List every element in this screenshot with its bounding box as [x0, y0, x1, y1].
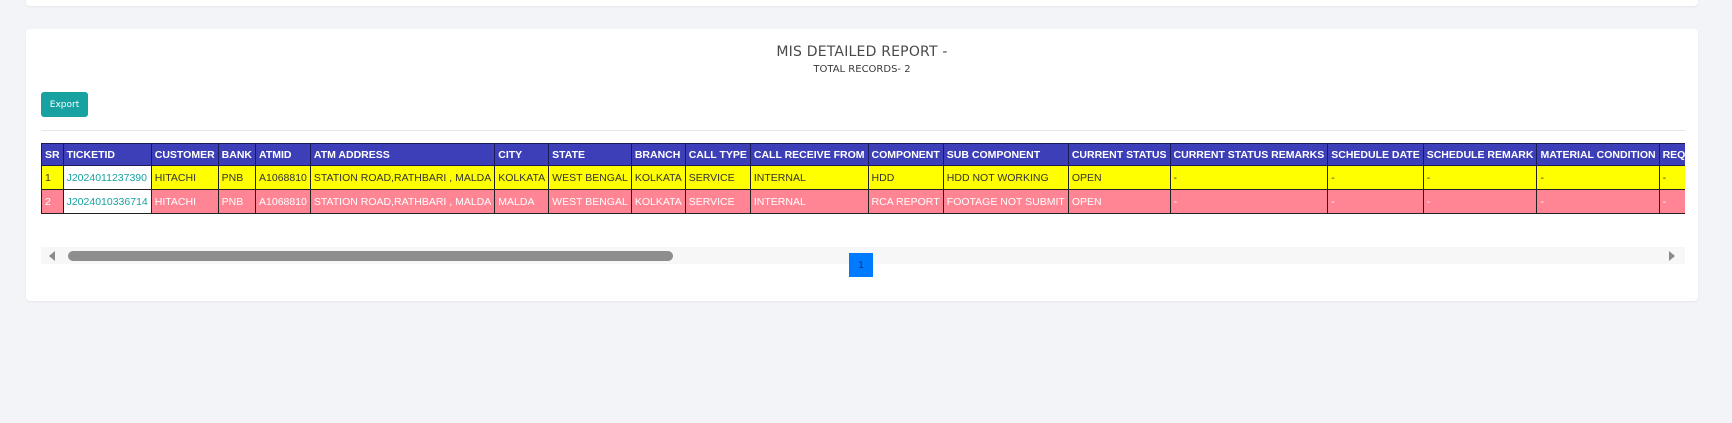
cell-atmid: A1068810 — [255, 189, 311, 214]
ticket-link[interactable]: J2024010336714 — [67, 196, 148, 208]
cell-atm-address: STATION ROAD,RATHBARI , MALDA — [309, 189, 496, 214]
cell-call-type: SERVICE — [684, 165, 751, 190]
table-row: 1 J2024011237390 HITACHI PNB A1068810 ST… — [41, 165, 1685, 190]
cell-schedule-remark: - — [1422, 189, 1538, 214]
column-header-branch: BRANCH — [630, 143, 686, 166]
table-row: 2 J2024010336714 HITACHI PNB A1068810 ST… — [41, 189, 1685, 214]
cell-atm-address: STATION ROAD,RATHBARI , MALDA — [309, 165, 496, 190]
report-panel: MIS DETAILED REPORT - TOTAL RECORDS- 2 E… — [26, 29, 1698, 301]
report-table-container[interactable]: SR TICKETID CUSTOMER BANK ATMID ATM ADDR… — [41, 143, 1685, 244]
cell-customer: HITACHI — [150, 165, 219, 190]
report-title: MIS DETAILED REPORT - — [776, 44, 948, 60]
column-header-call-type: CALL TYPE — [684, 143, 751, 166]
divider — [41, 130, 1685, 131]
cell-component: RCA REPORT — [867, 189, 944, 214]
cell-ticketid: J2024011237390 — [62, 165, 152, 190]
column-header-city: CITY — [494, 143, 550, 166]
cell-branch: KOLKATA — [630, 165, 686, 190]
ticket-link[interactable]: J2024011237390 — [67, 172, 147, 184]
scrollbar-thumb[interactable] — [68, 251, 673, 261]
column-header-sub-component: SUB COMPONENT — [942, 143, 1069, 166]
column-header-call-receive-from: CALL RECEIVE FROM — [749, 143, 869, 166]
cell-city: MALDA — [494, 189, 550, 214]
cell-required-material: - — [1658, 189, 1685, 214]
column-header-atmid: ATMID — [255, 143, 311, 166]
cell-state: WEST BENGAL — [548, 189, 632, 214]
scroll-right-arrow-icon[interactable] — [1669, 251, 1675, 261]
cell-call-receive-from: INTERNAL — [749, 189, 869, 214]
export-button[interactable]: Export — [41, 92, 88, 117]
report-table: SR TICKETID CUSTOMER BANK ATMID ATM ADDR… — [41, 143, 1685, 214]
cell-component: HDD — [867, 165, 944, 190]
cell-call-type: SERVICE — [684, 189, 751, 214]
column-header-required-material: REQUIRED MA — [1658, 143, 1685, 166]
column-header-state: STATE — [548, 143, 632, 166]
cell-material-condition: - — [1536, 165, 1660, 190]
column-header-material-condition: MATERIAL CONDITION — [1536, 143, 1660, 166]
cell-call-receive-from: INTERNAL — [749, 165, 869, 190]
column-header-ticketid: TICKETID — [62, 143, 152, 166]
cell-sub-component: HDD NOT WORKING — [942, 165, 1069, 190]
cell-sr: 1 — [41, 165, 64, 190]
cell-sr: 2 — [41, 189, 64, 214]
cell-sub-component: FOOTAGE NOT SUBMIT — [942, 189, 1069, 214]
column-header-schedule-date: SCHEDULE DATE — [1327, 143, 1424, 166]
cell-schedule-date: - — [1327, 189, 1424, 214]
column-header-sr: SR — [41, 143, 64, 166]
cell-schedule-remark: - — [1422, 165, 1538, 190]
column-header-component: COMPONENT — [867, 143, 944, 166]
cell-customer: HITACHI — [150, 189, 219, 214]
cell-current-status-remarks: - — [1169, 189, 1329, 214]
column-header-customer: CUSTOMER — [150, 143, 219, 166]
total-records: TOTAL RECORDS- 2 — [813, 64, 911, 75]
column-header-bank: BANK — [217, 143, 257, 166]
scroll-left-arrow-icon[interactable] — [49, 251, 55, 261]
cell-schedule-date: - — [1327, 165, 1424, 190]
cell-current-status: OPEN — [1067, 165, 1171, 190]
top-panel — [26, 0, 1698, 6]
column-header-atm-address: ATM ADDRESS — [309, 143, 496, 166]
column-header-schedule-remark: SCHEDULE REMARK — [1422, 143, 1538, 166]
cell-current-status: OPEN — [1067, 189, 1171, 214]
cell-atmid: A1068810 — [255, 165, 311, 190]
cell-required-material: - — [1658, 165, 1685, 190]
cell-bank: PNB — [217, 165, 257, 190]
column-header-current-status: CURRENT STATUS — [1067, 143, 1171, 166]
pagination-page-1[interactable]: 1 — [849, 253, 873, 277]
column-header-current-status-remarks: CURRENT STATUS REMARKS — [1169, 143, 1329, 166]
cell-material-condition: - — [1536, 189, 1660, 214]
cell-branch: KOLKATA — [630, 189, 686, 214]
cell-city: KOLKATA — [494, 165, 550, 190]
table-header-row: SR TICKETID CUSTOMER BANK ATMID ATM ADDR… — [41, 143, 1685, 166]
cell-bank: PNB — [217, 189, 257, 214]
cell-current-status-remarks: - — [1169, 165, 1329, 190]
cell-ticketid: J2024010336714 — [62, 189, 152, 214]
cell-state: WEST BENGAL — [548, 165, 632, 190]
